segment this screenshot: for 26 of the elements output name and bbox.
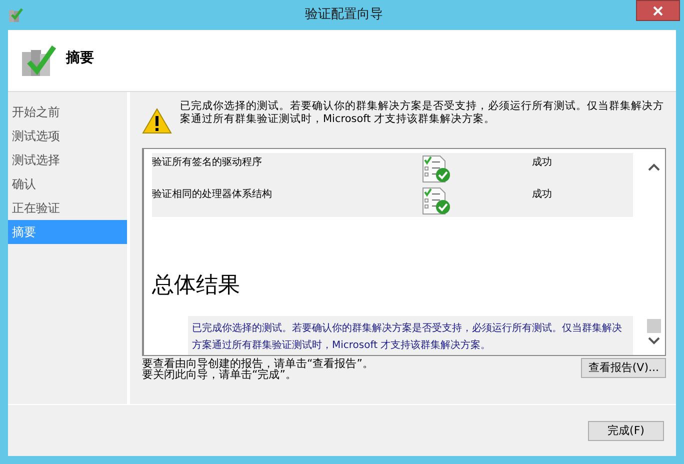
warning-icon xyxy=(142,108,172,134)
sidebar-item[interactable]: 测试选择 xyxy=(8,148,127,172)
sidebar-item[interactable]: 确认 xyxy=(8,172,127,196)
instruction-text: 要查看由向导创建的报告，请单击“查看报告”。 xyxy=(142,358,374,369)
test-name: 验证所有签名的驱动程序 xyxy=(152,156,263,170)
scrollbar-thumb[interactable] xyxy=(647,319,661,333)
page-title: 摘要 xyxy=(66,49,94,68)
view-report-button[interactable]: 查看报告(V)... xyxy=(581,358,666,378)
scroll-up-icon[interactable] xyxy=(648,163,660,171)
instruction-text: 要关闭此向导，请单击“完成”。 xyxy=(142,369,296,380)
test-name: 验证相同的处理器体系结构 xyxy=(152,188,273,202)
scroll-down-icon[interactable] xyxy=(648,337,660,345)
app-icon xyxy=(8,7,24,23)
close-button[interactable] xyxy=(636,0,680,21)
window-title: 验证配置向导 xyxy=(304,6,384,24)
server-check-icon xyxy=(20,44,56,78)
finish-button[interactable]: 完成(F) xyxy=(588,420,664,440)
report-heading: 总体结果 xyxy=(152,272,241,300)
summary-message: 已完成你选择的测试。若要确认你的群集解决方案是否受支持，必须运行所有测试。仅当群集解决方案通过所有群集验证测试时，Microsoft 才支持该群集解决方案。 xyxy=(188,316,633,355)
warning-message: 已完成你选择的测试。若要确认你的群集解决方案是否受支持，必须运行所有测试。仅当群集解决方案通过所有群集验证测试时，Microsoft 才支持该群集解决方案。 xyxy=(180,100,665,126)
sidebar-item[interactable]: 正在验证 xyxy=(8,196,127,220)
test-result: 成功 xyxy=(532,156,552,170)
sidebar-item[interactable]: 开始之前 xyxy=(8,100,127,124)
sidebar-item[interactable]: 测试选项 xyxy=(8,124,127,148)
test-result: 成功 xyxy=(532,188,552,202)
close-icon xyxy=(653,6,663,16)
